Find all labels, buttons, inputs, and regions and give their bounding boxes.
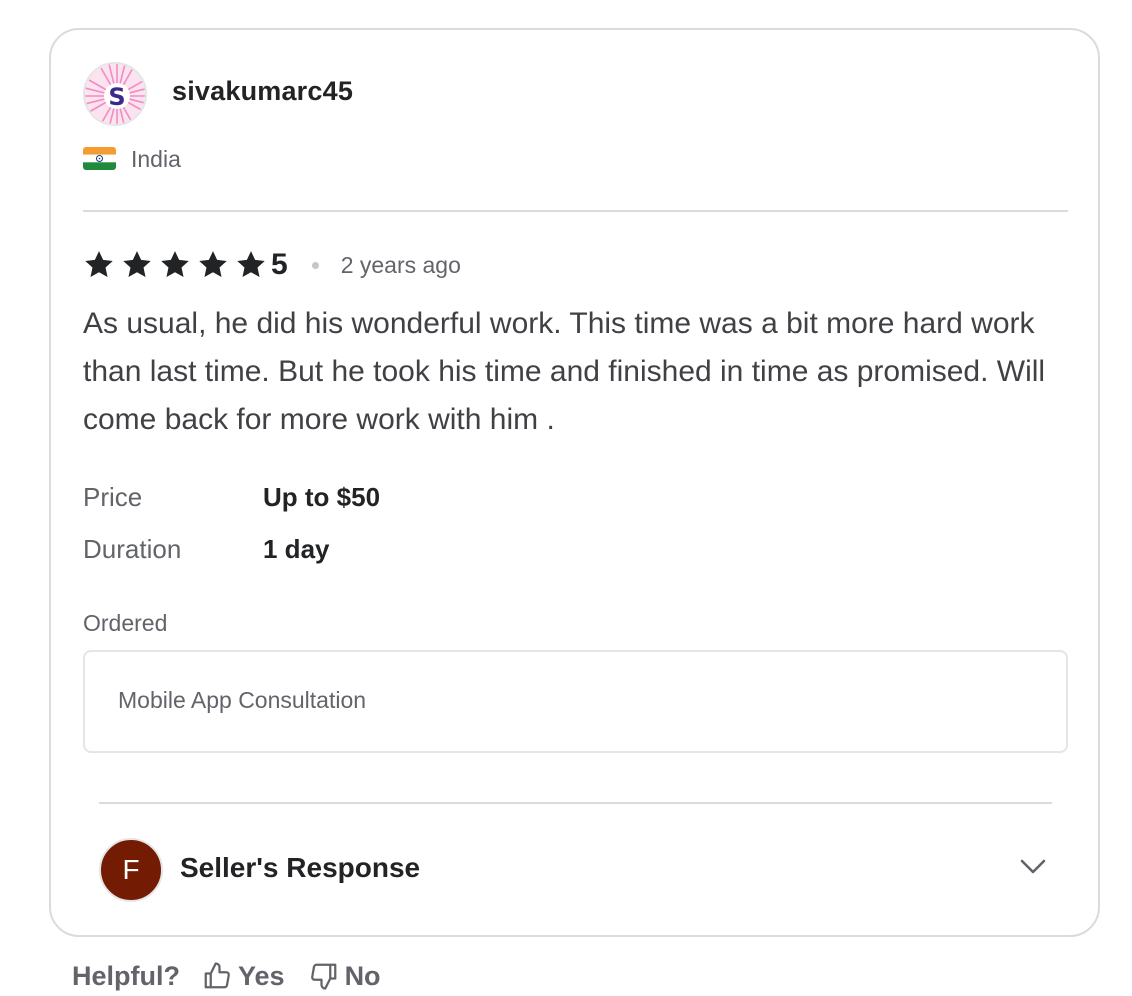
star-icon (123, 251, 151, 277)
review-text: As usual, he did his wonderful work. Thi… (83, 307, 1046, 436)
seller-avatar: F (99, 838, 163, 902)
star-icon (161, 251, 189, 277)
rating-value: 5 (271, 248, 288, 281)
seller-response-title[interactable]: Seller's Response (180, 852, 420, 884)
reviewer-username[interactable]: sivakumarc45 (172, 76, 353, 107)
avatar-sunburst-icon: S (85, 64, 145, 124)
duration-value: 1 day (263, 534, 330, 564)
rating-row: 5 2 years ago (83, 246, 461, 284)
helpful-yes-button[interactable]: Yes (202, 961, 285, 992)
thumbs-up-icon (204, 962, 230, 989)
helpful-no-label[interactable]: No (345, 961, 381, 992)
price-value: Up to $50 (263, 482, 381, 512)
separator-dot (311, 261, 319, 269)
ordered-item-box[interactable]: Mobile App Consultation (83, 650, 1068, 753)
helpful-label: Helpful? (72, 960, 180, 991)
review-time: 2 years ago (340, 251, 461, 278)
thumbs-down-icon (310, 963, 336, 990)
reviewer-avatar[interactable]: S (83, 62, 147, 126)
chevron-down-icon[interactable] (1020, 858, 1046, 876)
helpful-row: Helpful? Yes No (72, 956, 405, 996)
star-rating (83, 249, 273, 281)
header-divider (83, 210, 1068, 212)
star-icon (199, 251, 227, 277)
response-divider (99, 802, 1052, 804)
duration-label: Duration (83, 534, 182, 564)
star-icon (237, 251, 265, 277)
ordered-label: Ordered (83, 610, 168, 636)
ordered-item-title[interactable]: Mobile App Consultation (118, 687, 366, 714)
india-flag-icon (83, 147, 116, 170)
helpful-yes-label[interactable]: Yes (238, 961, 285, 992)
seller-response-toggle[interactable]: F Seller's Response (99, 838, 1052, 902)
helpful-no-button[interactable]: No (309, 961, 381, 992)
review-card: S sivakumarc45 India 5 2 years ago As us… (49, 28, 1100, 937)
star-icon (85, 251, 113, 277)
reviewer-country: India (131, 146, 181, 172)
svg-text:S: S (108, 83, 125, 111)
price-label: Price (83, 482, 143, 512)
